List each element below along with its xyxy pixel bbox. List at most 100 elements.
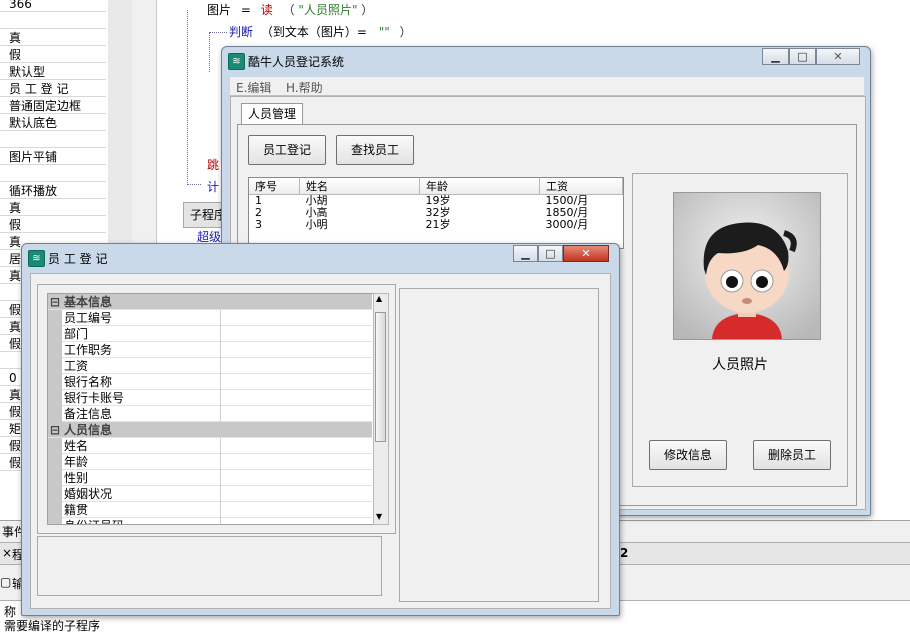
property-row[interactable]: 工作职务	[48, 342, 372, 358]
property-row[interactable]: 性别	[48, 470, 372, 486]
code-expr: （到文本（图片）=	[260, 25, 367, 39]
code-paren-close: ）	[361, 3, 374, 17]
collapse-icon[interactable]: ⊟	[50, 422, 60, 438]
empty-panel	[399, 288, 599, 602]
property-value[interactable]: 图片平铺	[0, 149, 106, 165]
minimize-button[interactable]: ▁	[513, 245, 538, 262]
property-value[interactable]: 真	[0, 200, 106, 216]
row-margin	[48, 342, 62, 358]
property-value[interactable]: 真	[0, 30, 106, 46]
code-op: =	[240, 3, 251, 17]
property-row[interactable]: 姓名	[48, 438, 372, 454]
tab-number[interactable]: 2	[620, 546, 628, 560]
property-row[interactable]: 部门	[48, 326, 372, 342]
property-name: 银行名称	[64, 374, 221, 390]
col-header-salary[interactable]: 工资	[539, 178, 623, 195]
row-margin	[48, 486, 62, 502]
table-row[interactable]: 3 小明 21岁 3000/月	[249, 219, 623, 231]
code-var: 图片	[207, 3, 232, 17]
property-name: 部门	[64, 326, 221, 342]
category-row[interactable]: ⊟ 基本信息	[48, 294, 372, 310]
cartoon-avatar-icon	[674, 193, 820, 339]
property-name: 身份证号码	[64, 518, 221, 524]
col-header-age[interactable]: 年龄	[419, 178, 540, 195]
property-value[interactable]: 366	[0, 0, 106, 12]
property-name: 工作职务	[64, 342, 221, 358]
minimize-button[interactable]: ▁	[762, 48, 789, 65]
col-header-no[interactable]: 序号	[249, 178, 300, 195]
table-cell: 小明	[305, 218, 328, 231]
menu-bar: E.编辑 H.帮助	[230, 77, 864, 96]
row-margin	[48, 310, 62, 326]
row-margin	[48, 438, 62, 454]
property-group: ⊟ 基本信息 员工编号 部门 工作职务 工资 银行名称 银行卡账号 备注信息 ⊟ 人员信息 姓名 年龄性…	[37, 284, 396, 534]
close-button[interactable]: ✕	[816, 48, 860, 65]
delete-staff-button[interactable]: 删除员工	[753, 440, 831, 470]
category-label: 人员信息	[64, 423, 113, 437]
property-name: 年龄	[64, 454, 221, 470]
row-margin	[48, 518, 62, 524]
property-value[interactable]	[0, 166, 106, 182]
row-margin	[48, 470, 62, 486]
staff-photo	[673, 192, 821, 340]
flow-line	[187, 10, 188, 185]
property-value[interactable]	[0, 13, 106, 29]
table-cell: 3	[255, 218, 262, 231]
row-margin	[48, 406, 62, 422]
register-client: ⊟ 基本信息 员工编号 部门 工作职务 工资 银行名称 银行卡账号 备注信息 ⊟ 人员信息 姓名 年龄性…	[30, 273, 611, 609]
property-grid-scrollbar[interactable]: ▲ ▼	[373, 293, 389, 525]
property-row[interactable]: 年龄	[48, 454, 372, 470]
close-button[interactable]: ✕	[563, 245, 609, 262]
property-name: 备注信息	[64, 406, 221, 422]
tab-staff-management[interactable]: 人员管理	[241, 103, 303, 125]
maximize-button[interactable]: □	[538, 245, 563, 262]
property-value[interactable]: 员 工 登 记	[0, 81, 106, 97]
register-window-title: 员 工 登 记	[48, 252, 108, 266]
scroll-down-icon[interactable]: ▼	[376, 512, 382, 521]
code-line-calc: 计	[207, 180, 220, 194]
staff-table[interactable]: 序号 姓名 年龄 工资 1 小胡 19岁 1500/月 2 小高 32岁 1850/月 3 小明 2…	[248, 177, 624, 249]
close-icon[interactable]: ×	[2, 546, 12, 560]
code-fn: 读	[260, 3, 273, 17]
scroll-up-icon[interactable]: ▲	[376, 294, 382, 303]
row-margin	[48, 454, 62, 470]
register-staff-button[interactable]: 员工登记	[248, 135, 326, 165]
property-row[interactable]: 婚姻状况	[48, 486, 372, 502]
property-grid[interactable]: ⊟ 基本信息 员工编号 部门 工作职务 工资 银行名称 银行卡账号 备注信息 ⊟ 人员信息 姓名 年龄性…	[47, 293, 379, 525]
property-row[interactable]: 银行名称	[48, 374, 372, 390]
property-value[interactable]: 默认型	[0, 64, 106, 80]
code-string: "人员照片"	[298, 3, 358, 17]
property-name: 姓名	[64, 438, 221, 454]
menu-edit[interactable]: E.编辑	[236, 79, 271, 96]
code-paren-open: （	[282, 3, 295, 17]
property-value[interactable]: 假	[0, 217, 106, 233]
scroll-thumb[interactable]	[375, 312, 386, 442]
register-titlebar[interactable]: ≋ 员 工 登 记 ▁ □ ✕	[22, 244, 619, 272]
property-value[interactable]: 假	[0, 47, 106, 63]
property-value[interactable]: 循环播放	[0, 183, 106, 199]
collapse-icon[interactable]: ⊟	[50, 294, 60, 310]
main-window-title: 酷牛人员登记系统	[248, 55, 345, 69]
edit-info-button[interactable]: 修改信息	[649, 440, 727, 470]
maximize-button[interactable]: □	[789, 48, 816, 65]
property-row[interactable]: 备注信息	[48, 406, 372, 422]
property-value[interactable]: 普通固定边框	[0, 98, 106, 114]
table-cell: 3000/月	[545, 218, 589, 231]
code-keyword: 判断	[229, 25, 254, 39]
property-value[interactable]: 默认底色	[0, 115, 106, 131]
row-margin	[48, 358, 62, 374]
category-row[interactable]: ⊟ 人员信息	[48, 422, 372, 438]
property-row[interactable]: 身份证号码	[48, 518, 372, 524]
category-label: 基本信息	[64, 295, 113, 309]
property-value[interactable]	[0, 132, 106, 148]
search-staff-button[interactable]: 查找员工	[336, 135, 414, 165]
property-row[interactable]: 员工编号	[48, 310, 372, 326]
property-row[interactable]: 籍贯	[48, 502, 372, 518]
property-row[interactable]: 工资	[48, 358, 372, 374]
flow-line	[209, 32, 210, 72]
main-titlebar[interactable]: ≋ 酷牛人员登记系统 ▁ □ ✕	[222, 47, 870, 75]
menu-help[interactable]: H.帮助	[286, 79, 323, 96]
col-header-name[interactable]: 姓名	[299, 178, 420, 195]
property-row[interactable]: 银行卡账号	[48, 390, 372, 406]
code-line-2: 判断 （到文本（图片）= "" ）	[229, 23, 412, 40]
